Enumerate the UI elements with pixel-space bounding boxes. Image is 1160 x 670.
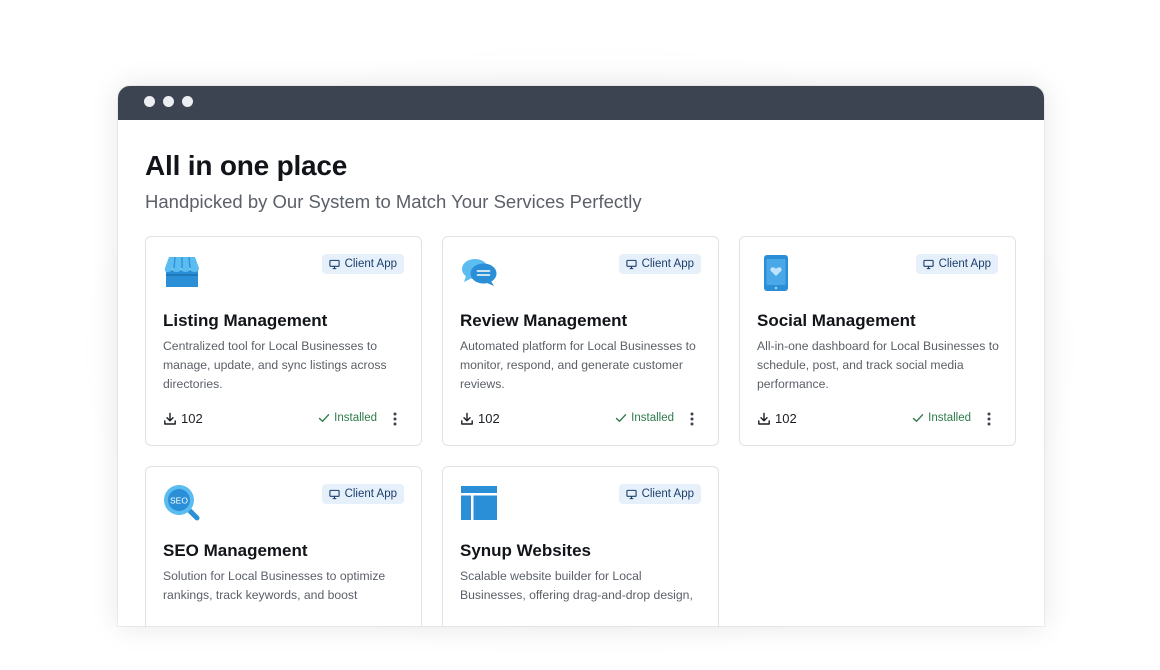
app-card-synup-websites[interactable]: Client App Synup Websites Scalable websi… [442, 466, 719, 626]
card-description: Solution for Local Businesses to optimiz… [163, 569, 386, 602]
card-description: Scalable website builder for Local Busin… [460, 569, 693, 602]
card-title: Listing Management [163, 311, 328, 330]
badge-label: Client App [344, 258, 397, 270]
app-card-social-management[interactable]: Client App Social Management All-in-one … [739, 236, 1016, 446]
badge-label: Client App [641, 258, 694, 270]
download-count: 102 [460, 411, 500, 426]
app-card-seo-management[interactable]: SEO Client App SEO Management Solution f… [145, 466, 422, 626]
page-subtitle: Handpicked by Our System to Match Your S… [145, 191, 642, 212]
installed-status: Installed [912, 412, 971, 424]
installed-label: Installed [928, 412, 971, 424]
download-icon [164, 412, 176, 425]
website-layout-icon [460, 484, 498, 522]
card-description: Automated platform for Local Businesses … [460, 339, 696, 391]
check-icon [615, 414, 627, 422]
window-dot-close[interactable] [144, 96, 155, 107]
client-app-badge: Client App [321, 484, 404, 504]
monitor-icon [922, 259, 934, 269]
card-description: All-in-one dashboard for Local Businesse… [757, 339, 999, 391]
chat-bubbles-icon [460, 254, 498, 292]
window-dot-maximize[interactable] [182, 96, 193, 107]
kebab-menu-icon [987, 412, 991, 426]
more-options-button[interactable] [387, 411, 403, 427]
window-titlebar [118, 86, 1044, 120]
card-title: Social Management [757, 311, 916, 330]
kebab-menu-icon [393, 412, 397, 426]
card-title: SEO Management [163, 541, 308, 560]
installed-status: Installed [318, 412, 377, 424]
client-app-badge: Client App [915, 254, 998, 274]
more-options-button[interactable] [981, 411, 997, 427]
card-description: Centralized tool for Local Businesses to… [163, 339, 387, 391]
phone-heart-icon [757, 254, 795, 292]
app-card-review-management[interactable]: Client App Review Management Automated p… [442, 236, 719, 446]
client-app-badge: Client App [618, 484, 701, 504]
window-dot-minimize[interactable] [163, 96, 174, 107]
badge-label: Client App [641, 488, 694, 500]
download-icon [461, 412, 473, 425]
card-title: Synup Websites [460, 541, 591, 560]
download-count: 102 [163, 411, 203, 426]
storefront-icon [163, 254, 201, 292]
installed-label: Installed [334, 412, 377, 424]
client-app-badge: Client App [618, 254, 701, 274]
installed-label: Installed [631, 412, 674, 424]
download-count-value: 102 [181, 411, 203, 426]
check-icon [912, 414, 924, 422]
installed-status: Installed [615, 412, 674, 424]
seo-magnifier-icon: SEO [163, 484, 201, 522]
download-count-value: 102 [775, 411, 797, 426]
badge-label: Client App [344, 488, 397, 500]
page-title: All in one place [145, 150, 348, 181]
monitor-icon [625, 259, 637, 269]
download-icon [758, 412, 770, 425]
monitor-icon [625, 489, 637, 499]
client-app-badge: Client App [321, 254, 404, 274]
card-title: Review Management [460, 311, 628, 330]
seo-icon-text: SEO [170, 496, 188, 506]
download-count: 102 [757, 411, 797, 426]
badge-label: Client App [938, 258, 991, 270]
more-options-button[interactable] [684, 411, 700, 427]
monitor-icon [328, 489, 340, 499]
download-count-value: 102 [478, 411, 500, 426]
kebab-menu-icon [690, 412, 694, 426]
app-card-listing-management[interactable]: Client App Listing Management Centralize… [145, 236, 422, 446]
monitor-icon [328, 259, 340, 269]
browser-window: All in one place Handpicked by Our Syste… [118, 86, 1044, 626]
check-icon [318, 414, 330, 422]
